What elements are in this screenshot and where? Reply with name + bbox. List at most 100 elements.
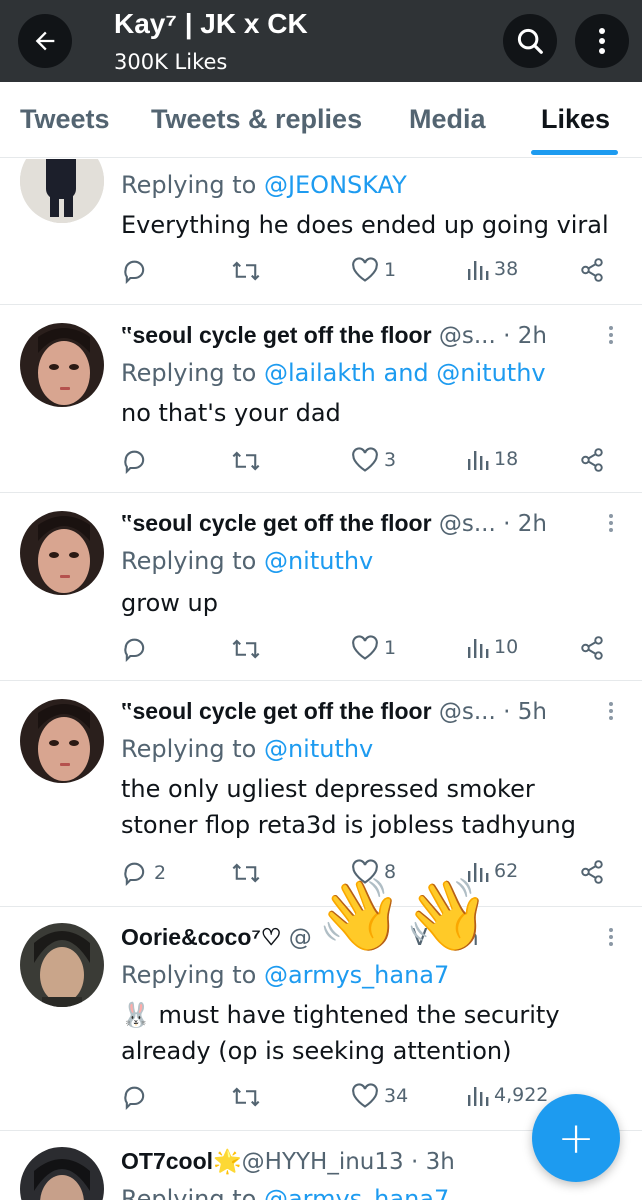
- reply-button[interactable]: [121, 447, 154, 475]
- tweet[interactable]: ‟seoul cycle get off the floor @s... · 2…: [0, 493, 642, 681]
- rabbit-emoji-icon: 🐰: [121, 1001, 151, 1029]
- display-name[interactable]: Oorie&coco⁷♡: [121, 924, 281, 950]
- tweet-text-line-1: 🐰 must have tightened the security: [121, 1001, 560, 1029]
- avatar[interactable]: [20, 923, 104, 1007]
- tweet-more-options[interactable]: [606, 323, 616, 353]
- tweet-text-line-2: already (op is seeking attention): [121, 1037, 512, 1065]
- tweet-actions: 1 38: [121, 257, 621, 287]
- views-button[interactable]: 38: [467, 257, 518, 281]
- share-button[interactable]: [579, 635, 605, 661]
- reply-handle-link[interactable]: @nituthv: [264, 547, 373, 575]
- heart-icon: [352, 635, 378, 660]
- tab-media[interactable]: Media: [409, 104, 486, 135]
- tweet-actions: 3 18: [121, 447, 621, 477]
- retweet-button[interactable]: [231, 447, 261, 475]
- display-name[interactable]: ‟seoul cycle get off the floor: [121, 322, 432, 348]
- back-button[interactable]: [18, 14, 72, 68]
- handle-and-time: @s... · 2h: [431, 323, 547, 349]
- reply-handle-link[interactable]: @nituthv: [264, 735, 373, 763]
- tweet-header: ‟seoul cycle get off the floor @s... · 2…: [121, 510, 547, 537]
- handle-and-time: @s... · 5h: [431, 699, 547, 725]
- views-icon: [468, 451, 489, 470]
- reply-button[interactable]: [121, 635, 154, 663]
- avatar[interactable]: [20, 323, 104, 407]
- retweet-icon: [232, 863, 260, 883]
- vertical-dots-icon: [599, 28, 605, 54]
- reply-handle-link[interactable]: @JEONSKAY: [264, 171, 407, 199]
- sparkle-emoji-icon: 🌟: [213, 1149, 242, 1175]
- like-button[interactable]: 34: [351, 1083, 408, 1109]
- retweet-button[interactable]: [231, 859, 261, 887]
- tweet-text: grow up: [121, 589, 218, 617]
- replying-to: Replying to @armys_hana7: [121, 1185, 449, 1200]
- reply-icon: [124, 260, 145, 285]
- heart-icon: [352, 257, 378, 282]
- reply-button[interactable]: [121, 257, 154, 285]
- replying-to: Replying to @lailakth and @nituthv: [121, 359, 546, 387]
- like-button[interactable]: 3: [351, 447, 396, 473]
- handle-and-time: @s... · 2h: [431, 511, 547, 537]
- tab-likes[interactable]: Likes: [541, 104, 610, 135]
- heart-icon: [352, 1083, 378, 1108]
- retweet-icon: [232, 451, 260, 471]
- tweet-actions: 1 10: [121, 635, 621, 665]
- reply-icon: [124, 450, 145, 475]
- avatar[interactable]: [20, 159, 104, 223]
- views-button[interactable]: 4,922: [467, 1083, 548, 1107]
- views-icon: [468, 639, 489, 658]
- tweet-header: ‟seoul cycle get off the floor @s... · 5…: [121, 698, 547, 725]
- share-button[interactable]: [579, 447, 605, 473]
- compose-tweet-button[interactable]: +: [532, 1094, 620, 1182]
- tweet-header: ‟seoul cycle get off the floor @s... · 2…: [121, 322, 547, 349]
- tweet-text: Everything he does ended up going viral: [121, 211, 609, 239]
- views-button[interactable]: 10: [467, 635, 518, 659]
- avatar[interactable]: [20, 699, 104, 783]
- retweet-icon: [232, 639, 260, 659]
- handle-and-time: @HYYH_inu13 · 3h: [241, 1149, 455, 1175]
- replying-to: Replying to @armys_hana7: [121, 961, 450, 989]
- display-name[interactable]: ‟seoul cycle get off the floor: [121, 510, 432, 536]
- more-options-button[interactable]: [575, 14, 629, 68]
- replying-to: Replying to @JEONSKAY: [121, 171, 407, 199]
- tab-tweets[interactable]: Tweets: [20, 104, 110, 135]
- reply-button[interactable]: 2: [121, 859, 166, 887]
- avatar[interactable]: [20, 511, 104, 595]
- retweet-button[interactable]: [231, 257, 261, 285]
- like-button[interactable]: 1: [351, 257, 396, 283]
- share-icon: [581, 448, 603, 472]
- views-button[interactable]: 18: [467, 447, 518, 471]
- active-tab-indicator: [531, 150, 618, 155]
- share-icon: [581, 860, 603, 884]
- profile-title: Kay⁷ | JK x CK: [114, 8, 308, 39]
- views-icon: [468, 1087, 489, 1106]
- reply-icon: [124, 1086, 145, 1111]
- tweet[interactable]: Replying to @JEONSKAY Everything he does…: [0, 159, 642, 305]
- avatar[interactable]: [20, 1147, 104, 1200]
- retweet-button[interactable]: [231, 635, 261, 663]
- profile-tabs: Tweets Tweets & replies Media Likes: [0, 82, 642, 158]
- reply-icon: [124, 862, 145, 887]
- reply-handle-link[interactable]: @armys_hana7: [264, 961, 449, 989]
- replying-to: Replying to @nituthv: [121, 735, 374, 763]
- display-name[interactable]: ‟seoul cycle get off the floor: [121, 698, 432, 724]
- tweet-more-options[interactable]: [606, 511, 616, 541]
- likes-count: 300K Likes: [114, 50, 228, 74]
- views-icon: [468, 261, 489, 280]
- heart-icon: [352, 447, 378, 472]
- share-button[interactable]: [579, 859, 605, 885]
- reply-button[interactable]: [121, 1083, 154, 1111]
- back-arrow-icon: [35, 31, 55, 51]
- tab-tweets-replies[interactable]: Tweets & replies: [151, 104, 362, 135]
- tweet[interactable]: ‟seoul cycle get off the floor @s... · 2…: [0, 305, 642, 493]
- share-button[interactable]: [579, 257, 605, 283]
- search-button[interactable]: [503, 14, 557, 68]
- reply-handle-link[interactable]: @armys_hana7: [264, 1185, 449, 1200]
- reply-handle-link[interactable]: @lailakth and @nituthv: [264, 359, 546, 387]
- profile-header: Kay⁷ | JK x CK 300K Likes: [0, 0, 642, 82]
- like-button[interactable]: 1: [351, 635, 396, 661]
- tweet-more-options[interactable]: [606, 699, 616, 729]
- tweet-more-options[interactable]: [606, 925, 616, 955]
- retweet-icon: [232, 261, 260, 281]
- display-name[interactable]: OT7cool: [121, 1148, 213, 1174]
- retweet-button[interactable]: [231, 1083, 261, 1111]
